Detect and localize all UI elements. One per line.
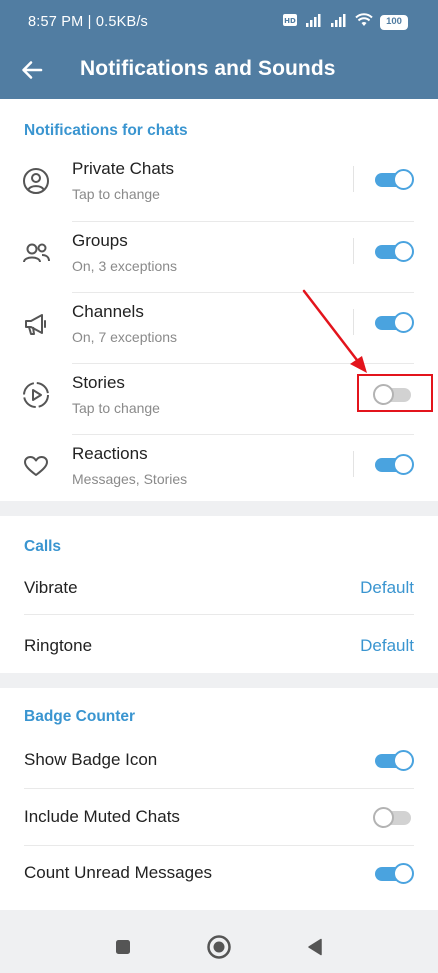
row-subtitle: On, 3 exceptions [72, 258, 178, 274]
section-header: Badge Counter [24, 708, 136, 725]
row-title: Include Muted Chats [24, 807, 180, 826]
triangle-back-icon[interactable] [302, 934, 328, 960]
divider [353, 238, 354, 264]
calls-section: Calls Vibrate Default Ringtone Default [0, 516, 438, 673]
back-button[interactable] [14, 52, 50, 88]
row-title: Stories [72, 373, 125, 392]
groups-row[interactable]: Groups On, 3 exceptions [0, 222, 438, 293]
group-icon [20, 237, 52, 269]
notifications-for-chats-section: Notifications for chats Private Chats Ta… [0, 99, 438, 501]
stories-play-icon [20, 379, 52, 411]
row-title: Vibrate [24, 578, 78, 597]
divider [353, 166, 354, 192]
square-recents-icon[interactable] [110, 934, 136, 960]
vibrate-value: Default [360, 578, 414, 597]
show-badge-icon-row[interactable]: Show Badge Icon [0, 732, 438, 788]
status-icons: HD 100 [282, 13, 408, 31]
svg-text:HD: HD [284, 17, 296, 25]
system-nav-bar [0, 920, 438, 973]
megaphone-icon [20, 308, 52, 340]
groups-toggle[interactable] [375, 240, 415, 262]
row-subtitle: On, 7 exceptions [72, 329, 178, 345]
person-circle-icon [20, 165, 52, 197]
row-subtitle: Messages, Stories [72, 471, 188, 487]
row-title: Show Badge Icon [24, 750, 158, 769]
battery-icon: 100 [380, 14, 408, 30]
count-unread-messages-toggle[interactable] [375, 862, 415, 884]
reactions-row[interactable]: Reactions Messages, Stories [0, 435, 438, 501]
status-time: 8:57 PM | 0.5KB/s [28, 14, 149, 30]
vibrate-row[interactable]: Vibrate Default [0, 562, 438, 614]
row-title: Count Unread Messages [24, 863, 213, 882]
ringtone-value: Default [360, 636, 414, 655]
row-title: Reactions [72, 444, 148, 463]
channels-toggle[interactable] [375, 311, 415, 333]
page-title: Notifications and Sounds [80, 57, 336, 80]
top-bar: 8:57 PM | 0.5KB/s HD 100 Notifications a… [0, 0, 438, 99]
section-header: Notifications for chats [24, 122, 188, 139]
wifi-icon [355, 13, 373, 31]
volte-icon: HD [282, 13, 298, 31]
arrow-left-icon [22, 61, 43, 79]
private-chats-toggle[interactable] [375, 168, 415, 190]
app-bar: Notifications and Sounds [0, 44, 438, 99]
section-header: Calls [24, 538, 62, 555]
divider [353, 309, 354, 335]
row-title: Ringtone [24, 636, 93, 655]
signal-icon-2 [330, 13, 348, 31]
annotation-highlight-box [357, 374, 433, 412]
count-unread-messages-row[interactable]: Count Unread Messages [0, 846, 438, 906]
include-muted-chats-toggle[interactable] [373, 806, 415, 828]
status-bar: 8:57 PM | 0.5KB/s HD 100 [0, 0, 438, 44]
include-muted-chats-row[interactable]: Include Muted Chats [0, 789, 438, 845]
row-subtitle: Tap to change [72, 186, 160, 202]
row-title: Channels [72, 302, 144, 321]
signal-icon [305, 13, 323, 31]
reactions-toggle[interactable] [375, 453, 415, 475]
row-title: Groups [72, 231, 128, 250]
row-title: Private Chats [72, 159, 175, 178]
ringtone-row[interactable]: Ringtone Default [0, 615, 438, 673]
divider [353, 451, 354, 477]
row-subtitle: Tap to change [72, 400, 160, 416]
badge-counter-section: Badge Counter Show Badge Icon Include Mu… [0, 688, 438, 910]
channels-row[interactable]: Channels On, 7 exceptions [0, 293, 438, 364]
circle-home-icon[interactable] [206, 934, 232, 960]
heart-icon [20, 450, 52, 482]
private-chats-row[interactable]: Private Chats Tap to change [0, 150, 438, 222]
show-badge-icon-toggle[interactable] [375, 749, 415, 771]
